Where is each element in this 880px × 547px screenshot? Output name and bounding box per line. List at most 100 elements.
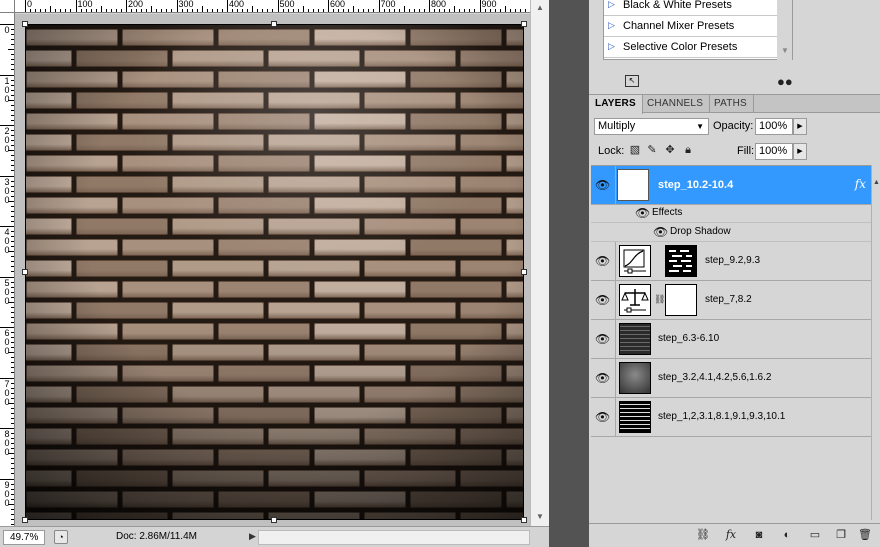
status-info-icon[interactable]: ◔ [54,530,68,544]
transform-handle-top-left[interactable] [22,21,28,27]
layers-scrollbar[interactable]: ▲ [871,165,880,520]
visibility-eye-icon[interactable]: 👁︎ [595,333,611,345]
layer-row[interactable]: 👁︎ ⛓ step_7,8.2 [591,281,880,320]
ruler-minor-tick [287,9,289,12]
tab-layers[interactable]: LAYERS [589,95,643,114]
visibility-eye-icon[interactable]: 👁︎ [595,255,611,267]
ruler-minor-tick [11,54,14,56]
opacity-slider-button[interactable]: ▶ [793,118,807,135]
layer-row[interactable]: 👁︎ step_6.3-6.10 [591,320,880,359]
vertical-scrollbar[interactable]: ▲ ▼ [530,0,549,526]
layer-row-selected[interactable]: 👁︎ step_10.2-10.4 fx [591,166,880,205]
lock-position-icon[interactable]: ✥ [664,144,676,156]
layer-thumbnail[interactable] [617,169,649,201]
tab-channels[interactable]: CHANNELS [641,95,711,113]
transform-handle-left[interactable] [22,269,28,275]
layer-name[interactable]: step_6.3-6.10 [658,333,719,344]
link-layers-icon[interactable]: ⛓ [695,528,711,542]
lock-transparent-pixels-icon[interactable]: ▧ [629,144,641,156]
layer-thumbnail[interactable] [619,362,651,394]
visibility-eye-icon[interactable]: 👁︎ [595,372,611,384]
ruler-minor-tick [292,9,294,12]
layer-name[interactable]: step_3.2,4.1,4.2,5.6,1.6.2 [658,372,771,383]
mask-link-icon[interactable]: ⛓ [654,294,665,305]
brick-wall-image[interactable] [25,24,524,520]
expand-triangle-icon[interactable]: ▷ [608,41,615,52]
layer-name[interactable]: step_1,2,3.1,8.1,9.1,9.3,10.1 [658,411,785,422]
new-layer-icon[interactable]: ❐ [833,528,849,542]
add-layer-mask-icon[interactable]: ◙ [751,528,767,542]
expand-triangle-icon[interactable]: ▷ [608,0,615,10]
effect-visibility-eye-icon[interactable]: 👁︎ [653,226,669,238]
transform-handle-top-right[interactable] [521,21,527,27]
status-menu-arrow-icon[interactable]: ▶ [249,531,256,542]
layer-row[interactable]: 👁︎ step_9.2,9.3 [591,242,880,281]
delete-layer-icon[interactable]: 🗑︎ [857,528,873,542]
ruler-label: 900 [481,0,497,9]
ruler-minor-tick [11,422,14,424]
layer-thumbnail[interactable] [619,401,651,433]
color-balance-thumbnail[interactable] [619,284,651,316]
layer-mask-thumbnail[interactable] [665,284,697,316]
blend-mode-select[interactable]: Multiply ▼ [594,118,709,135]
vertical-ruler[interactable]: 0100200300400500600700800900 [0,13,15,526]
layer-row[interactable]: 👁︎ step_1,2,3.1,8.1,9.1,9.3,10.1 [591,398,880,437]
layer-row[interactable]: 👁︎ step_3.2,4.1,4.2,5.6,1.6.2 [591,359,880,398]
ruler-minor-tick [312,9,314,12]
add-layer-style-icon[interactable]: fx [723,528,739,542]
ruler-label: 0 [4,25,10,35]
fill-field[interactable]: 100% [755,143,793,160]
scroll-up-arrow-icon[interactable]: ▲ [873,179,880,186]
transform-handle-top[interactable] [271,21,277,27]
layer-name[interactable]: step_9.2,9.3 [705,255,760,266]
preset-item[interactable]: ▷ Black & White Presets [604,0,790,16]
ruler-minor-tick [11,468,14,470]
new-group-icon[interactable]: ▭ [807,528,823,542]
expand-triangle-icon[interactable]: ▷ [608,20,615,31]
transform-handle-bottom-right[interactable] [521,517,527,523]
opacity-field[interactable]: 100% [755,118,793,135]
clip-to-layer-icon[interactable]: ●● [777,74,793,89]
canvas-area[interactable] [15,14,530,526]
ruler-origin[interactable] [0,0,15,13]
ruler-minor-tick [262,9,264,12]
visibility-eye-icon[interactable]: 👁︎ [595,179,611,191]
return-to-list-icon[interactable]: ↖ [625,75,639,87]
horizontal-scrollbar[interactable] [258,530,530,545]
horizontal-ruler[interactable]: 0 100 200 300 400 500 600 700 800 900 [15,0,530,13]
layer-name[interactable]: step_10.2-10.4 [658,179,733,191]
curves-adjustment-thumbnail[interactable] [619,245,651,277]
ruler-minor-tick [393,9,395,12]
fill-slider-button[interactable]: ▶ [793,143,807,160]
effect-item-drop-shadow[interactable]: 👁︎ Drop Shadow [591,223,880,242]
scroll-down-arrow-icon[interactable]: ▼ [781,46,789,55]
scroll-down-arrow-icon[interactable]: ▼ [536,512,544,521]
layer-effects-badge[interactable]: fx [855,177,866,191]
preset-item[interactable]: ▷ Channel Mixer Presets [604,17,790,37]
visibility-eye-icon[interactable]: 👁︎ [595,411,611,423]
layer-thumbnail[interactable] [619,323,651,355]
layer-name[interactable]: step_7,8.2 [705,294,752,305]
new-adjustment-layer-icon[interactable]: ◐ [779,528,795,542]
tab-paths[interactable]: PATHS [708,95,754,113]
transform-handle-bottom[interactable] [271,517,277,523]
ruler-minor-tick [499,9,501,12]
effects-row[interactable]: 👁︎ Effects [591,204,880,223]
layer-mask-thumbnail[interactable] [665,245,697,277]
ruler-minor-tick [383,9,385,12]
ruler-minor-tick [11,241,14,243]
transform-handle-bottom-left[interactable] [22,517,28,523]
divider [615,320,616,358]
preset-item[interactable]: ▷ Selective Color Presets [604,38,790,58]
ruler-minor-tick [60,9,62,12]
preset-scrollbar[interactable]: ▼ [777,0,793,60]
scroll-up-arrow-icon[interactable]: ▲ [536,3,544,12]
preset-label: Black & White Presets [623,0,732,11]
transform-handle-right[interactable] [521,269,527,275]
visibility-eye-icon[interactable]: 👁︎ [595,294,611,306]
effects-visibility-eye-icon[interactable]: 👁︎ [635,207,651,219]
lock-image-pixels-icon[interactable]: ✎ [646,144,658,156]
lock-all-icon[interactable]: 🔒︎ [682,144,694,156]
zoom-level-field[interactable]: 49.7% [3,530,45,545]
document-size-info: Doc: 2.86M/11.4M [116,531,197,542]
